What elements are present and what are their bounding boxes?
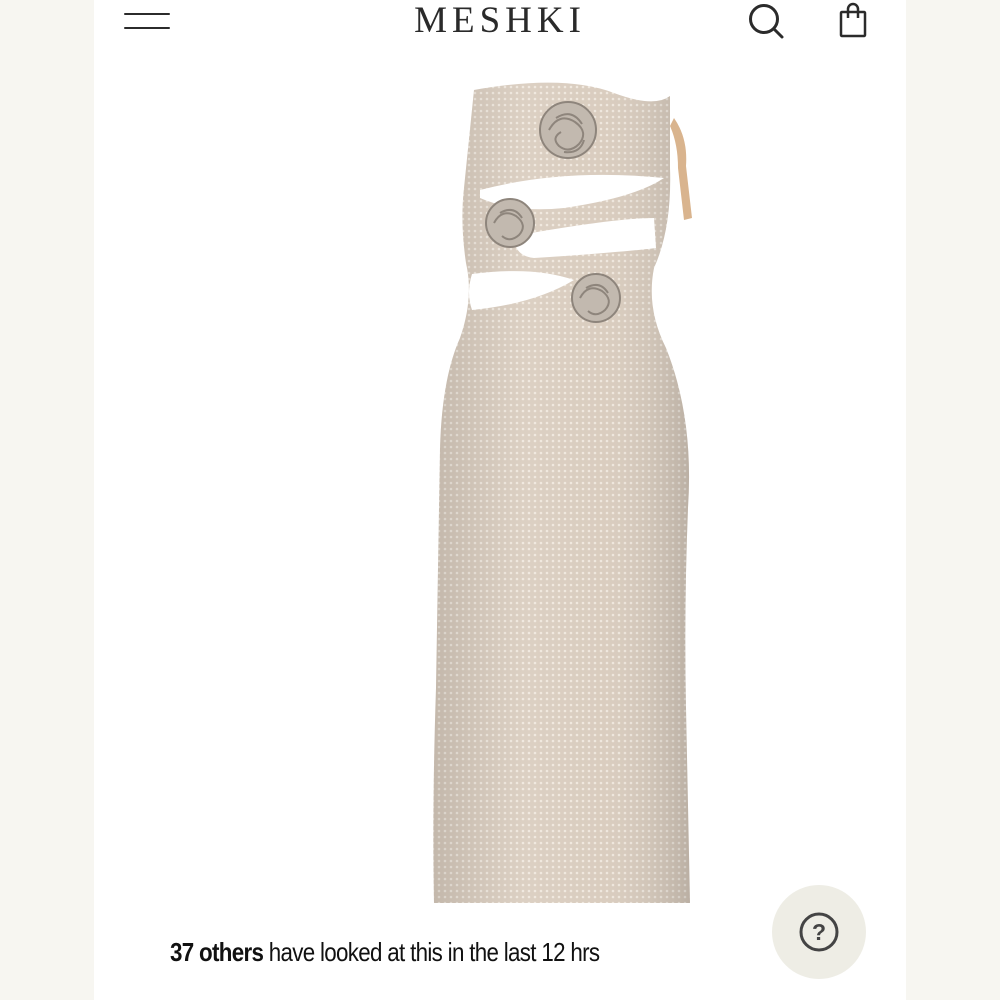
question-icon: ? xyxy=(799,912,839,952)
rosette-middle xyxy=(485,198,535,248)
product-page: MESHKI 37 others have looked at this in … xyxy=(94,0,906,1000)
help-button[interactable]: ? xyxy=(772,885,866,979)
rosette-top xyxy=(539,101,597,159)
recent-views-text: 37 others have looked at this in the las… xyxy=(170,936,600,968)
site-header: MESHKI xyxy=(94,0,906,48)
shopping-bag-icon xyxy=(839,2,867,38)
product-image[interactable] xyxy=(94,48,906,1000)
search-icon xyxy=(749,4,784,39)
left-margin xyxy=(0,0,94,1000)
svg-text:?: ? xyxy=(812,919,826,945)
hamburger-menu-icon-line xyxy=(124,27,170,29)
recent-views-banner: 37 others have looked at this in the las… xyxy=(134,915,674,989)
hamburger-menu-icon xyxy=(124,13,170,15)
search-button[interactable] xyxy=(745,0,789,44)
recent-views-count: 37 others xyxy=(170,936,264,967)
menu-button[interactable] xyxy=(122,8,172,34)
brand-logo[interactable]: MESHKI xyxy=(350,0,650,42)
recent-views-message: have looked at this in the last 12 hrs xyxy=(263,936,600,967)
rosette-lower xyxy=(571,273,621,323)
dress-illustration xyxy=(433,82,692,903)
bag-button[interactable] xyxy=(831,0,875,44)
right-margin xyxy=(906,0,1000,1000)
screenshot-frame: MESHKI 37 others have looked at this in … xyxy=(0,0,1000,1000)
